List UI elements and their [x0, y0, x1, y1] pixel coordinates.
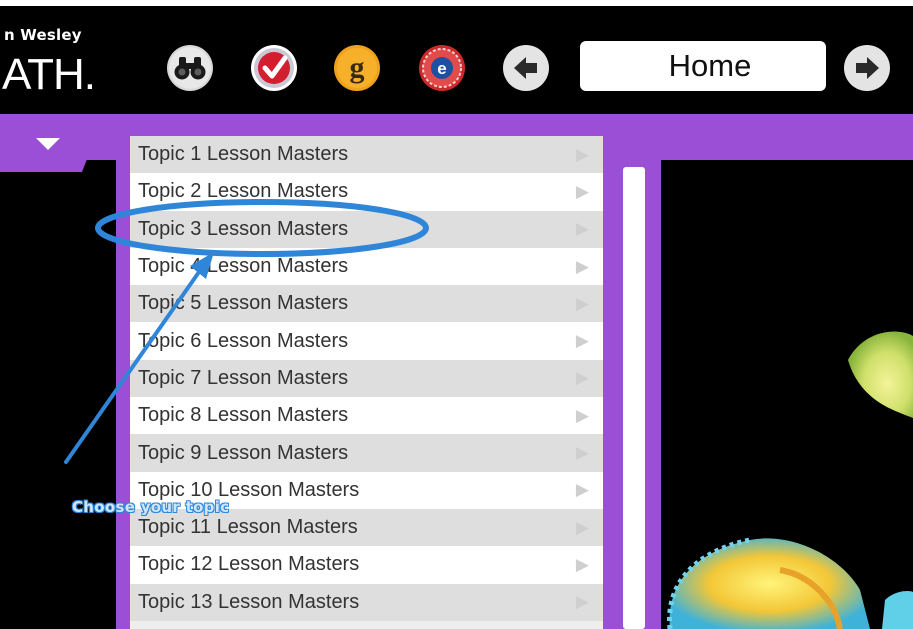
arrow-right-icon	[844, 45, 890, 91]
chevron-right-icon: ▶	[575, 219, 589, 239]
chevron-right-icon: ▶	[575, 144, 589, 164]
etext-icon: e	[419, 45, 465, 91]
topic-list-item[interactable]: Topic 13 Lesson Masters ▶	[130, 583, 603, 621]
scrollbar[interactable]	[623, 167, 645, 629]
topic-list-item[interactable]: Topic 2 Lesson Masters ▶	[130, 173, 603, 211]
topic-label: Topic 5 Lesson Masters	[138, 292, 349, 315]
brand-logo-text: ATH.	[2, 50, 96, 99]
arrow-left-icon	[503, 45, 549, 91]
glossary-button[interactable]: g	[333, 44, 381, 92]
triangle-down-icon	[0, 126, 100, 172]
glossary-icon: g	[334, 45, 380, 91]
topic-label: Topic 4 Lesson Masters	[138, 255, 349, 278]
chevron-right-icon: ▶	[575, 592, 589, 612]
topic-list: Topic 1 Lesson Masters ▶ Topic 2 Lesson Ma…	[130, 136, 603, 629]
topic-label: Topic 11 Lesson Masters	[138, 516, 358, 539]
binoculars-button[interactable]	[166, 44, 214, 92]
binoculars-icon	[167, 45, 213, 91]
topic-list-item[interactable]: Topic 3 Lesson Masters ▶	[130, 210, 603, 248]
topic-label: Topic 8 Lesson Masters	[138, 404, 349, 427]
topic-label: Topic 7 Lesson Masters	[138, 366, 349, 389]
check-button[interactable]	[250, 44, 298, 92]
chevron-right-icon: ▶	[575, 368, 589, 388]
chevron-right-icon: ▶	[575, 181, 589, 201]
topic-list-item[interactable]: Topic 5 Lesson Masters ▶	[130, 285, 603, 323]
svg-text:g: g	[350, 51, 365, 84]
app-window: n Wesley ATH. g e Home Topic 1 Lesson Ma…	[0, 0, 913, 629]
chevron-right-icon: ▶	[575, 517, 589, 537]
topic-list-item[interactable]: Topic 8 Lesson Masters ▶	[130, 397, 603, 435]
back-button[interactable]	[502, 44, 550, 92]
location-field[interactable]: Home	[580, 41, 826, 91]
topic-label: Topic 2 Lesson Masters	[138, 180, 349, 203]
chevron-right-icon: ▶	[575, 443, 589, 463]
chevron-right-icon: ▶	[575, 554, 589, 574]
topic-list-item[interactable]: Topic 12 Lesson Masters ▶	[130, 546, 603, 584]
topic-label: Topic 3 Lesson Masters	[138, 217, 349, 240]
topic-list-item[interactable]: Topic 1 Lesson Masters ▶	[130, 136, 603, 174]
chevron-right-icon: ▶	[575, 331, 589, 351]
topic-list-item[interactable]: Topic 4 Lesson Masters ▶	[130, 247, 603, 286]
topic-label: Topic 9 Lesson Masters	[138, 441, 349, 464]
topic-label: Topic 12 Lesson Masters	[138, 553, 360, 576]
chevron-right-icon: ▶	[575, 405, 589, 425]
brand-publisher: n Wesley	[4, 26, 82, 44]
etext-button[interactable]: e	[418, 44, 466, 92]
forward-button[interactable]	[843, 44, 891, 92]
topic-list-item[interactable]: Topic 6 Lesson Masters ▶	[130, 322, 603, 360]
menu-toggle[interactable]	[0, 126, 100, 172]
chevron-right-icon: ▶	[575, 256, 589, 276]
chevron-right-icon: ▶	[575, 293, 589, 313]
checkmark-icon	[251, 45, 297, 91]
topic-label: Topic 1 Lesson Masters	[138, 143, 349, 166]
callout-label: Choose your topic	[72, 498, 230, 516]
decorative-art	[667, 331, 913, 629]
topic-list-item[interactable]: Topic 9 Lesson Masters ▶	[130, 434, 603, 472]
topic-list-item[interactable]: Topic 7 Lesson Masters ▶	[130, 359, 603, 398]
topic-label: Topic 6 Lesson Masters	[138, 329, 349, 352]
svg-text:e: e	[437, 59, 446, 78]
artwork-area	[660, 160, 913, 629]
topic-label: Topic 13 Lesson Masters	[138, 590, 360, 613]
chevron-right-icon: ▶	[575, 480, 589, 500]
header-bar: n Wesley ATH. g e Home	[0, 6, 913, 118]
